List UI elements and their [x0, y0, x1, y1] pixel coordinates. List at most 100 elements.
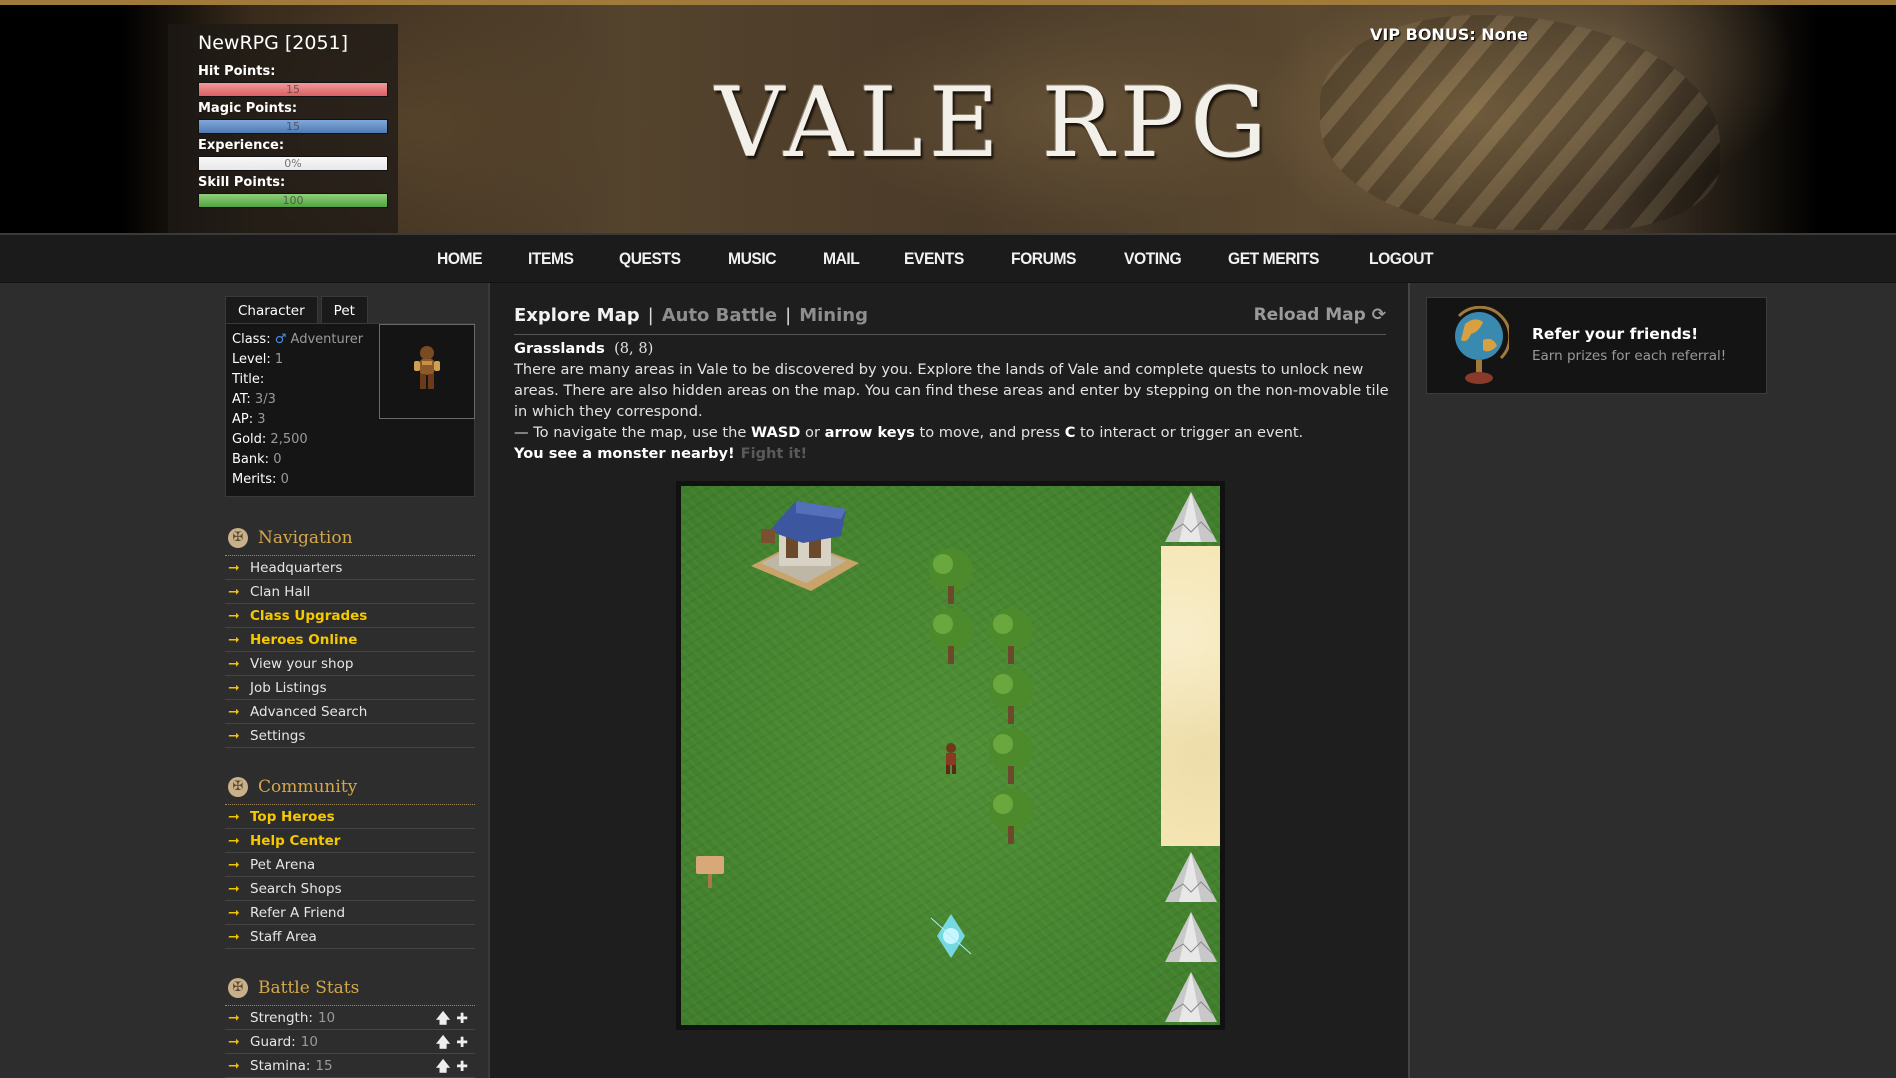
stat-stamina: ➞ Stamina: 15 🡅 ✚ — [225, 1054, 475, 1078]
sidebar-item-pet-arena[interactable]: ➞ Pet Arena — [225, 853, 475, 877]
sp-label: Skill Points: — [198, 175, 286, 190]
nav-home[interactable]: HOME — [437, 249, 483, 269]
navigation-header: ✠ Navigation — [225, 520, 475, 556]
navigation-section: ✠ Navigation ➞ Headquarters ➞ Clan Hall ➞ C… — [225, 520, 475, 748]
tab-pet[interactable]: Pet — [320, 296, 368, 324]
arrow-right-icon: ➞ — [228, 679, 240, 696]
sidebar-item-headquarters[interactable]: ➞ Headquarters — [225, 556, 475, 580]
at-row: AT: 3/3 — [232, 392, 276, 407]
sidebar-item-refer-friend[interactable]: ➞ Refer A Friend — [225, 901, 475, 925]
gold-value: 2,500 — [270, 432, 308, 447]
nav-quests[interactable]: QUESTS — [619, 249, 681, 269]
site-header: VALE RPG VIP BONUS: None NewRPG [2051] H… — [0, 0, 1896, 233]
arrow-right-icon: ➞ — [228, 928, 240, 945]
map-mode-tabs: Explore Map | Auto Battle | Mining Reload Ma… — [514, 305, 1386, 335]
headquarters-building-icon[interactable] — [741, 491, 866, 606]
right-column — [1410, 283, 1896, 1078]
arrow-up-icon[interactable]: 🡅 — [436, 1035, 450, 1051]
battle-stats-section: ✠ Battle Stats ➞ Strength: 10 🡅 ✚ ➞ Guard: 10… — [225, 970, 475, 1078]
arrow-up-icon[interactable]: 🡅 — [436, 1059, 450, 1075]
tab-character[interactable]: Character — [225, 296, 318, 324]
signpost-icon[interactable] — [681, 846, 741, 906]
arrow-right-icon: ➞ — [228, 559, 240, 576]
sp-bar: 100 — [198, 193, 388, 208]
sidebar-item-staff-area[interactable]: ➞ Staff Area — [225, 925, 475, 949]
player-character-icon[interactable] — [921, 726, 981, 786]
hp-bar: 15 — [198, 82, 388, 97]
tab-explore-map[interactable]: Explore Map — [514, 305, 640, 326]
plus-icon[interactable]: ✚ — [456, 1059, 468, 1075]
rebel-emblem-icon: ✠ — [228, 776, 248, 797]
mountain-icon — [1165, 912, 1217, 962]
arrow-right-icon: ➞ — [228, 703, 240, 720]
sidebar-item-search-shops[interactable]: ➞ Search Shops — [225, 877, 475, 901]
hp-label: Hit Points: — [198, 64, 276, 79]
gold-row: Gold: 2,500 — [232, 432, 308, 447]
sidebar-item-view-shop[interactable]: ➞ View your shop — [225, 652, 475, 676]
referral-card[interactable]: Refer your friends! Earn prizes for each… — [1426, 297, 1767, 394]
sidebar-item-settings[interactable]: ➞ Settings — [225, 724, 475, 748]
hp-value: 15 — [286, 83, 300, 96]
sidebar-item-advanced-search[interactable]: ➞ Advanced Search — [225, 700, 475, 724]
tab-auto-battle[interactable]: Auto Battle — [662, 305, 777, 326]
monster-notice-row: You see a monster nearby! Fight it! — [514, 443, 1394, 464]
tree-icon — [989, 608, 1033, 664]
xp-label: Experience: — [198, 138, 285, 153]
nav-logout[interactable]: LOGOUT — [1369, 249, 1434, 269]
battle-stats-title: Battle Stats — [258, 977, 360, 998]
tab-mining[interactable]: Mining — [799, 305, 868, 326]
nav-music[interactable]: MUSIC — [728, 249, 777, 269]
tree-icon — [929, 548, 973, 604]
sidebar-item-class-upgrades[interactable]: ➞ Class Upgrades — [225, 604, 475, 628]
navigation-title: Navigation — [258, 527, 353, 548]
tree-icon — [989, 728, 1033, 784]
player-stats-box: NewRPG [2051] Hit Points: 15 Magic Point… — [168, 24, 398, 233]
site-logo[interactable]: VALE RPG — [715, 67, 1273, 179]
adventurer-sprite-icon — [414, 346, 440, 389]
merits-value: 0 — [280, 472, 289, 487]
sidebar-item-help-center[interactable]: ➞ Help Center — [225, 829, 475, 853]
nav-get-merits[interactable]: GET MERITS — [1228, 249, 1319, 269]
sidebar-item-heroes-online[interactable]: ➞ Heroes Online — [225, 628, 475, 652]
player-name[interactable]: NewRPG [2051] — [198, 32, 348, 54]
main-navigation: HOME ITEMS QUESTS MUSIC MAIL EVENTS FORU… — [0, 233, 1896, 283]
community-header: ✠ Community — [225, 769, 475, 805]
explore-map-grid[interactable] — [676, 481, 1225, 1030]
area-coords: (8, 8) — [614, 340, 654, 357]
character-avatar[interactable] — [379, 324, 475, 419]
class-row: Class: ♂ Adventurer — [232, 332, 364, 347]
sidebar-item-top-heroes[interactable]: ➞ Top Heroes — [225, 805, 475, 829]
fight-button[interactable]: Fight it! — [741, 445, 808, 462]
reload-map-button[interactable]: Reload Map ⟳ — [1254, 305, 1386, 325]
tree-icon — [989, 788, 1033, 844]
nav-forums[interactable]: FORUMS — [1011, 249, 1076, 269]
sidebar-item-clan-hall[interactable]: ➞ Clan Hall — [225, 580, 475, 604]
vip-bonus-status: VIP BONUS: None — [1370, 25, 1528, 44]
nav-items[interactable]: ITEMS — [528, 249, 574, 269]
nav-events[interactable]: EVENTS — [904, 249, 964, 269]
portal-icon[interactable] — [921, 906, 981, 966]
referral-subtitle: Earn prizes for each referral! — [1532, 348, 1727, 364]
stat-guard: ➞ Guard: 10 🡅 ✚ — [225, 1030, 475, 1054]
nav-voting[interactable]: VOTING — [1124, 249, 1182, 269]
bank-row: Bank: 0 — [232, 452, 282, 467]
arrow-up-icon[interactable]: 🡅 — [436, 1011, 450, 1027]
plus-icon[interactable]: ✚ — [456, 1011, 468, 1027]
mountain-icon — [1165, 852, 1217, 902]
area-name: Grasslands — [514, 340, 605, 357]
community-section: ✠ Community ➞ Top Heroes ➞ Help Center ➞ Pe… — [225, 769, 475, 949]
refresh-icon: ⟳ — [1371, 305, 1386, 325]
sidebar-item-job-listings[interactable]: ➞ Job Listings — [225, 676, 475, 700]
plus-icon[interactable]: ✚ — [456, 1035, 468, 1051]
community-title: Community — [258, 776, 358, 797]
arrow-right-icon: ➞ — [228, 1057, 240, 1074]
arrow-right-icon: ➞ — [228, 607, 240, 624]
mountain-icon — [1165, 492, 1217, 542]
arrow-right-icon: ➞ — [228, 655, 240, 672]
monster-notice: You see a monster nearby! — [514, 445, 735, 462]
at-value: 3/3 — [254, 392, 276, 407]
nav-mail[interactable]: MAIL — [823, 249, 860, 269]
mp-label: Magic Points: — [198, 101, 298, 116]
tree-icon — [929, 608, 973, 664]
arrow-right-icon: ➞ — [228, 727, 240, 744]
